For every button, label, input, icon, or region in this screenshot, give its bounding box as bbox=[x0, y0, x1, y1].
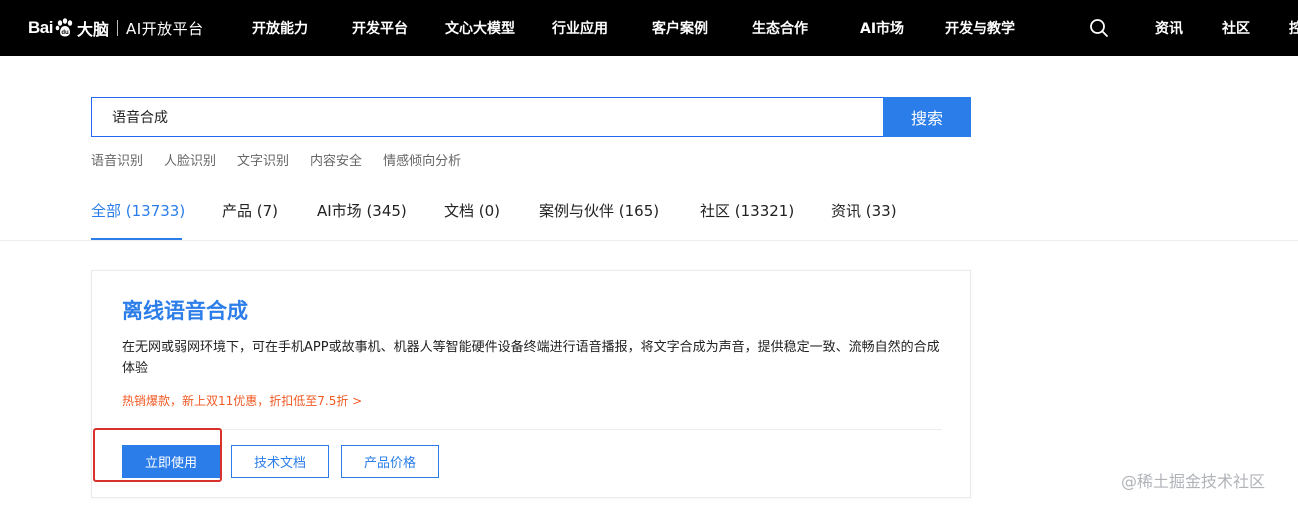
nav-item-open-ability[interactable]: 开放能力 bbox=[252, 18, 308, 38]
tab-all[interactable]: 全部 (13733) bbox=[91, 200, 185, 240]
result-promo-link[interactable]: 热销爆款，新上双11优惠，折扣低至7.5折 > bbox=[122, 392, 362, 409]
nav-item-community[interactable]: 社区 bbox=[1222, 18, 1250, 38]
tab-news[interactable]: 资讯 (33) bbox=[831, 200, 897, 240]
watermark-text: @稀土掘金技术社区 bbox=[1121, 472, 1266, 491]
card-divider bbox=[122, 429, 942, 430]
nav-item-customer-cases[interactable]: 客户案例 bbox=[652, 18, 708, 38]
hot-keyword-speech-recognition[interactable]: 语音识别 bbox=[91, 154, 143, 169]
tab-community[interactable]: 社区 (13321) bbox=[700, 200, 794, 240]
nav-item-dev-teaching[interactable]: 开发与教学 bbox=[945, 18, 1015, 38]
hot-keyword-content-safety[interactable]: 内容安全 bbox=[310, 154, 362, 169]
search-input[interactable] bbox=[91, 97, 884, 137]
nav-item-wenxin-model[interactable]: 文心大模型 bbox=[445, 18, 515, 38]
hot-keyword-ocr[interactable]: 文字识别 bbox=[237, 154, 289, 169]
tab-products[interactable]: 产品 (7) bbox=[222, 200, 278, 240]
nav-item-ecosystem[interactable]: 生态合作 bbox=[752, 18, 808, 38]
use-now-button[interactable]: 立即使用 bbox=[122, 445, 220, 478]
search-icon[interactable] bbox=[1089, 18, 1109, 38]
nav-item-dev-platform[interactable]: 开发平台 bbox=[352, 18, 408, 38]
hot-keyword-sentiment[interactable]: 情感倾向分析 bbox=[383, 154, 461, 169]
paw-icon: du bbox=[55, 18, 73, 37]
tab-cases-partners[interactable]: 案例与伙伴 (165) bbox=[539, 200, 659, 240]
logo-bai-text: Bai bbox=[28, 18, 53, 37]
tab-docs[interactable]: 文档 (0) bbox=[444, 200, 500, 240]
tech-docs-button[interactable]: 技术文档 bbox=[231, 445, 329, 478]
logo-separator bbox=[116, 20, 118, 36]
result-card: 离线语音合成 在无网或弱网环境下，可在手机APP或故事机、机器人等智能硬件设备终… bbox=[91, 270, 971, 498]
nav-item-industry[interactable]: 行业应用 bbox=[552, 18, 608, 38]
tab-ai-market[interactable]: AI市场 (345) bbox=[317, 200, 407, 240]
product-price-button[interactable]: 产品价格 bbox=[341, 445, 439, 478]
baidu-ai-logo[interactable]: Bai du 大脑 AI开放平台 bbox=[28, 12, 204, 44]
search-button[interactable]: 搜索 bbox=[883, 97, 971, 137]
result-description: 在无网或弱网环境下，可在手机APP或故事机、机器人等智能硬件设备终端进行语音播报… bbox=[122, 340, 940, 376]
nav-item-news[interactable]: 资讯 bbox=[1155, 18, 1183, 38]
result-title[interactable]: 离线语音合成 bbox=[122, 295, 248, 325]
logo-du-text: 大脑 bbox=[76, 20, 109, 39]
hot-keywords: 语音识别 人脸识别 文字识别 内容安全 情感倾向分析 bbox=[91, 150, 482, 169]
nav-item-console[interactable]: 控 bbox=[1289, 18, 1298, 38]
top-navigation: Bai du 大脑 AI开放平台 开放能力 开发平台 文心大模型 行业应用 客户… bbox=[0, 0, 1298, 56]
svg-text:du: du bbox=[61, 30, 69, 36]
tabs-divider bbox=[0, 240, 1298, 241]
hot-keyword-face-recognition[interactable]: 人脸识别 bbox=[164, 154, 216, 169]
logo-subtitle: AI开放平台 bbox=[125, 19, 204, 38]
nav-item-ai-market[interactable]: AI市场 bbox=[860, 18, 904, 38]
